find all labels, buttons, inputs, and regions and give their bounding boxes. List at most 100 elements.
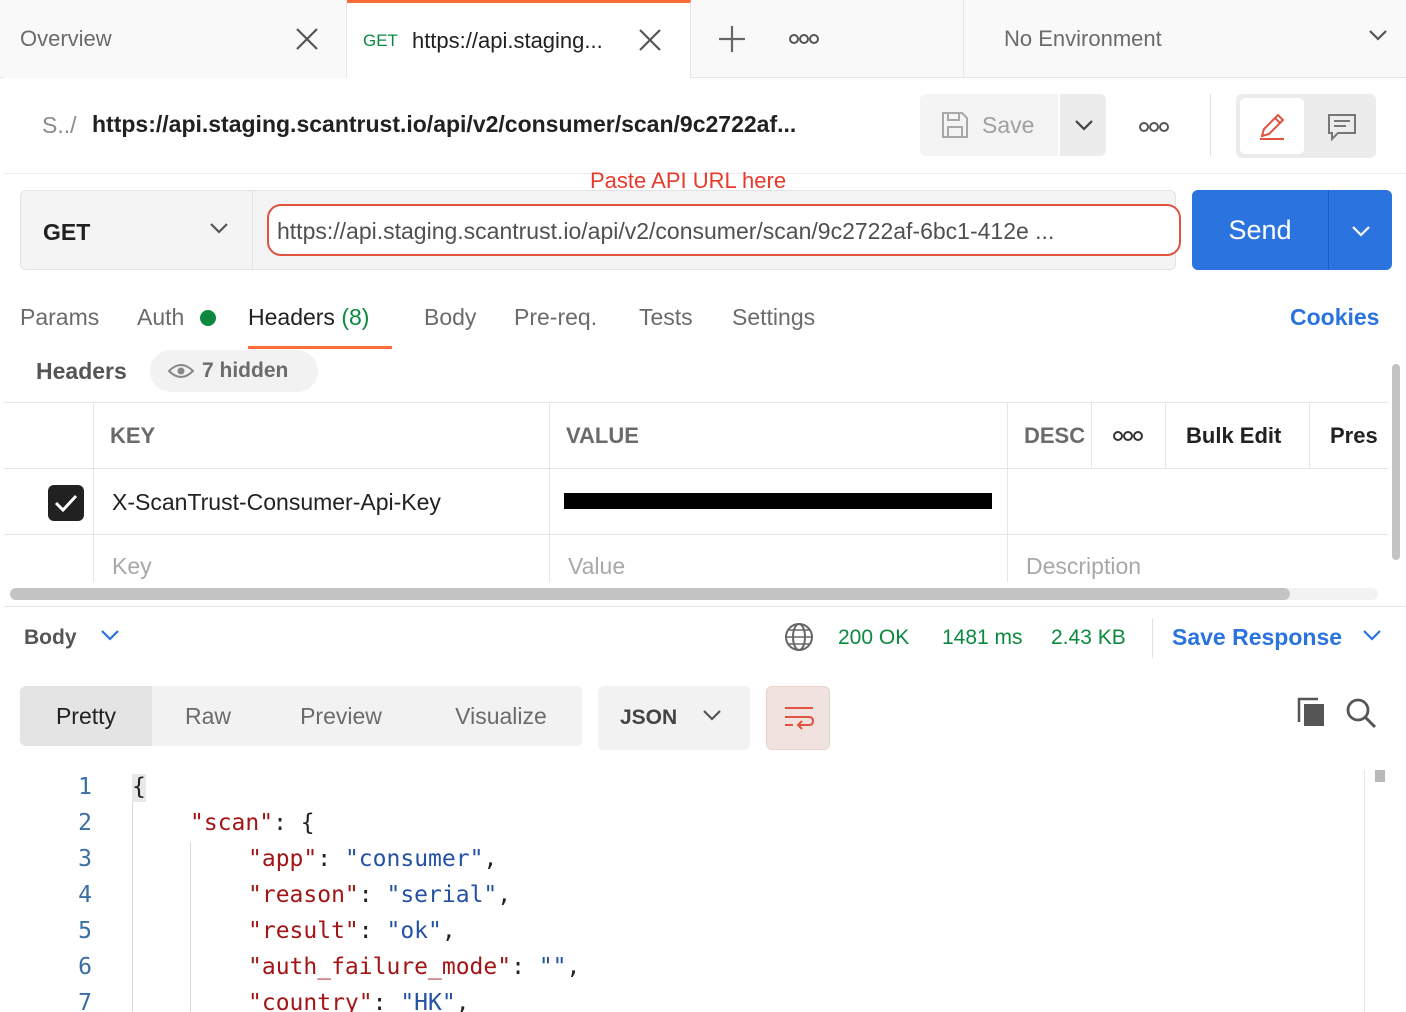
header-key[interactable]: X-ScanTrust-Consumer-Api-Key bbox=[94, 469, 550, 535]
presets-button[interactable]: Pres bbox=[1310, 403, 1388, 469]
code-line[interactable]: "reason": "serial", bbox=[248, 882, 511, 908]
save-options-button[interactable] bbox=[1060, 94, 1106, 156]
format-pretty[interactable]: Pretty bbox=[20, 686, 152, 746]
format-raw[interactable]: Raw bbox=[152, 686, 264, 746]
json-key: "app" bbox=[248, 846, 318, 872]
chevron-down-icon bbox=[1352, 226, 1370, 237]
tab-tests[interactable]: Tests bbox=[639, 304, 693, 331]
language-label: JSON bbox=[620, 706, 678, 729]
json-key: "scan" bbox=[190, 810, 274, 836]
code-line[interactable]: "scan": { bbox=[190, 810, 315, 836]
wrap-icon bbox=[785, 707, 815, 730]
json-key: "country" bbox=[248, 990, 373, 1012]
format-visualize[interactable]: Visualize bbox=[430, 686, 572, 746]
plus-icon[interactable] bbox=[712, 22, 752, 56]
chevron-down-icon[interactable] bbox=[1362, 628, 1382, 642]
tab-overview[interactable]: Overview bbox=[4, 0, 347, 78]
code-line[interactable]: { bbox=[132, 774, 146, 800]
table-more-button[interactable] bbox=[1092, 403, 1166, 469]
scrollbar-thumb[interactable] bbox=[10, 588, 1290, 600]
json-punct: : bbox=[358, 918, 387, 944]
table-header-check bbox=[4, 403, 94, 469]
json-value: "HK" bbox=[400, 990, 456, 1012]
tab-body[interactable]: Body bbox=[424, 304, 476, 331]
indent-guide bbox=[190, 842, 191, 1012]
send-button[interactable]: Send bbox=[1192, 190, 1328, 270]
url-input[interactable]: https://api.staging.scantrust.io/api/v2/… bbox=[267, 204, 1181, 256]
line-number: 2 bbox=[78, 810, 92, 836]
response-time[interactable]: 1481 ms bbox=[942, 626, 1023, 650]
documentation-button[interactable] bbox=[1312, 98, 1372, 154]
cookies-link[interactable]: Cookies bbox=[1290, 304, 1379, 331]
code-line[interactable]: "country": "HK", bbox=[248, 990, 470, 1012]
scrollbar-thumb[interactable] bbox=[1392, 364, 1400, 560]
scrollbar-thumb[interactable] bbox=[1375, 770, 1385, 782]
line-number: 1 bbox=[78, 774, 92, 800]
breadcrumb-prefix[interactable]: S../ bbox=[42, 112, 77, 139]
redaction-bar bbox=[564, 493, 992, 509]
response-size[interactable]: 2.43 KB bbox=[1051, 626, 1126, 650]
code-line[interactable]: "app": "consumer", bbox=[248, 846, 497, 872]
save-response-button[interactable]: Save Response bbox=[1172, 624, 1342, 651]
save-button[interactable]: Save bbox=[920, 94, 1058, 156]
tab-request[interactable]: GET https://api.staging... bbox=[347, 0, 691, 78]
request-title-row: S../ https://api.staging.scantrust.io/ap… bbox=[4, 78, 1406, 174]
close-icon[interactable] bbox=[294, 26, 320, 52]
divider bbox=[1152, 618, 1153, 658]
request-title[interactable]: https://api.staging.scantrust.io/api/v2/… bbox=[92, 111, 796, 138]
code-scrollbar[interactable] bbox=[1364, 770, 1394, 1012]
value-input[interactable]: Value bbox=[550, 535, 1008, 582]
response-body-label[interactable]: Body bbox=[24, 626, 77, 650]
code-line[interactable]: "auth_failure_mode": "", bbox=[248, 954, 580, 980]
json-value: "ok" bbox=[386, 918, 442, 944]
format-preview[interactable]: Preview bbox=[276, 686, 406, 746]
tab-prereq[interactable]: Pre-req. bbox=[514, 304, 597, 331]
line-number: 3 bbox=[78, 846, 92, 872]
row-checkbox[interactable] bbox=[48, 485, 84, 521]
line-number: 7 bbox=[78, 990, 92, 1012]
method-select[interactable]: GET bbox=[21, 191, 253, 269]
horizontal-scrollbar[interactable] bbox=[10, 588, 1378, 600]
mode-toggle bbox=[1236, 94, 1376, 158]
json-punct: , bbox=[566, 954, 581, 980]
response-status[interactable]: 200 OK bbox=[838, 626, 909, 650]
active-tab-indicator bbox=[248, 346, 392, 349]
header-value[interactable] bbox=[550, 469, 1008, 535]
language-select[interactable]: JSON bbox=[598, 686, 750, 750]
send-options-button[interactable] bbox=[1328, 190, 1392, 270]
globe-icon[interactable] bbox=[784, 622, 814, 652]
json-punct: : bbox=[511, 954, 539, 980]
chevron-down-icon[interactable] bbox=[100, 628, 120, 642]
json-value: "" bbox=[538, 954, 567, 980]
close-icon[interactable] bbox=[637, 27, 663, 53]
bulk-edit-button[interactable]: Bulk Edit bbox=[1166, 403, 1310, 469]
tab-label: https://api.staging... bbox=[411, 27, 603, 53]
tab-method: GET bbox=[363, 30, 398, 50]
search-icon[interactable] bbox=[1344, 696, 1378, 730]
code-line[interactable]: "result": "ok", bbox=[248, 918, 456, 944]
vertical-scrollbar[interactable] bbox=[1390, 358, 1402, 578]
copy-icon[interactable] bbox=[1294, 696, 1328, 730]
tab-auth[interactable]: Auth bbox=[137, 304, 184, 331]
eye-icon bbox=[168, 364, 194, 378]
divider bbox=[1210, 94, 1211, 156]
tab-headers[interactable]: Headers (8) bbox=[248, 304, 369, 331]
more-icon[interactable] bbox=[784, 26, 824, 52]
description-input[interactable]: Description bbox=[1008, 535, 1388, 582]
tab-settings[interactable]: Settings bbox=[732, 304, 815, 331]
wrap-lines-button[interactable] bbox=[766, 686, 830, 750]
json-value: "serial" bbox=[386, 882, 498, 908]
tab-params[interactable]: Params bbox=[20, 304, 99, 331]
json-punct: : { bbox=[273, 810, 315, 836]
chevron-down-icon bbox=[210, 223, 228, 234]
method-label: GET bbox=[43, 219, 91, 245]
environment-selector[interactable]: No Environment bbox=[963, 0, 1406, 78]
divider bbox=[4, 606, 1406, 607]
header-description[interactable] bbox=[1008, 469, 1388, 535]
hidden-headers-toggle[interactable]: 7 hidden bbox=[150, 350, 318, 392]
edit-mode-button[interactable] bbox=[1240, 98, 1304, 154]
headers-table: KEY VALUE DESC Bulk Edit Pres X-ScanTrus… bbox=[4, 402, 1388, 582]
more-icon[interactable] bbox=[1134, 114, 1174, 140]
save-label: Save bbox=[982, 111, 1035, 138]
key-input[interactable]: Key bbox=[94, 535, 550, 582]
